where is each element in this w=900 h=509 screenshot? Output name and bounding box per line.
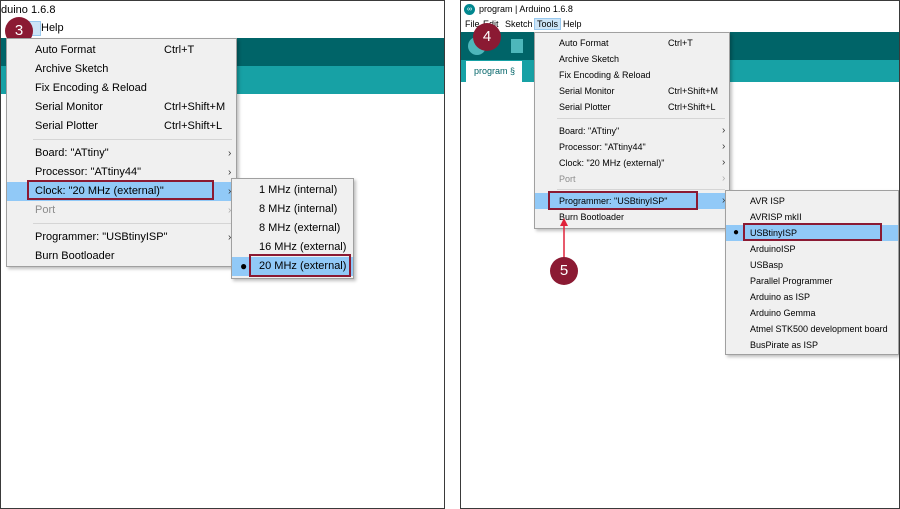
step-badge-4: 4 <box>473 23 501 51</box>
tools-menu: Auto Format Ctrl+T Archive Sketch Fix En… <box>6 38 237 267</box>
menu-item-fix-encoding[interactable]: Fix Encoding & Reload <box>535 67 729 83</box>
clock-option[interactable]: 1 MHz (internal) <box>232 181 353 200</box>
programmer-option[interactable]: ArduinoISP <box>726 241 898 257</box>
new-file-icon[interactable] <box>511 39 523 53</box>
menu-item-board[interactable]: Board: "ATtiny" › <box>7 144 236 163</box>
programmer-option[interactable]: USBasp <box>726 257 898 273</box>
programmer-option[interactable]: Arduino Gemma <box>726 305 898 321</box>
annotation-box-usbtinyisp <box>743 223 882 241</box>
programmer-option[interactable]: Parallel Programmer <box>726 273 898 289</box>
menu-help[interactable]: Help <box>561 19 584 29</box>
menu-item-archive-sketch[interactable]: Archive Sketch <box>7 60 236 79</box>
menu-separator <box>33 139 232 140</box>
programmer-submenu: AVR ISP AVRISP mkII ● USBtinyISP Arduino… <box>725 190 899 355</box>
programmer-option[interactable]: AVR ISP <box>726 193 898 209</box>
menu-item-serial-plotter[interactable]: Serial Plotter Ctrl+Shift+L <box>7 117 236 136</box>
radio-dot-icon: ● <box>240 259 248 273</box>
annotation-box-programmer <box>548 191 698 210</box>
step-badge-5: 5 <box>550 257 578 285</box>
clock-option[interactable]: 8 MHz (internal) <box>232 200 353 219</box>
menu-item-processor[interactable]: Processor: "ATtiny44" › <box>535 139 729 155</box>
menu-item-burn-bootloader[interactable]: Burn Bootloader <box>7 247 236 266</box>
menu-item-serial-monitor[interactable]: Serial Monitor Ctrl+Shift+M <box>535 83 729 99</box>
submenu-arrow-icon: › <box>722 173 726 184</box>
menu-item-auto-format[interactable]: Auto Format Ctrl+T <box>7 41 236 60</box>
menu-help[interactable]: Help <box>39 22 66 34</box>
programmer-option[interactable]: Arduino as ISP <box>726 289 898 305</box>
menu-separator <box>557 189 725 190</box>
submenu-arrow-icon: › <box>722 125 726 136</box>
menu-item-fix-encoding[interactable]: Fix Encoding & Reload <box>7 79 236 98</box>
menu-item-port: Port › <box>535 171 729 187</box>
menu-separator <box>557 118 725 119</box>
submenu-arrow-icon: › <box>228 148 232 159</box>
left-screenshot-panel: duino 1.6.8 Help 3 Auto Format Ctrl+T Ar… <box>0 0 445 509</box>
menu-item-serial-monitor[interactable]: Serial Monitor Ctrl+Shift+M <box>7 98 236 117</box>
radio-dot-icon: ● <box>733 227 740 238</box>
right-screenshot-panel: ∞ program | Arduino 1.6.8 File Edit Sket… <box>460 0 900 509</box>
programmer-option[interactable]: Atmel STK500 development board <box>726 321 898 337</box>
menu-item-programmer[interactable]: Programmer: "USBtinyISP" › <box>7 228 236 247</box>
submenu-arrow-icon: › <box>722 157 726 168</box>
annotation-arrow <box>560 218 568 259</box>
programmer-option[interactable]: BusPirate as ISP <box>726 337 898 353</box>
clock-option[interactable]: 8 MHz (external) <box>232 219 353 238</box>
menu-item-clock[interactable]: Clock: "20 MHz (external)" › <box>535 155 729 171</box>
submenu-arrow-icon: › <box>722 141 726 152</box>
window-title: program | Arduino 1.6.8 <box>479 4 573 14</box>
tab-program[interactable]: program § <box>466 61 522 82</box>
window-title: duino 1.6.8 <box>1 4 56 16</box>
menu-item-port: Port › <box>7 201 236 220</box>
menu-item-serial-plotter[interactable]: Serial Plotter Ctrl+Shift+L <box>535 99 729 115</box>
menu-separator <box>33 223 232 224</box>
menu-sketch[interactable]: Sketch <box>503 19 535 29</box>
menu-item-auto-format[interactable]: Auto Format Ctrl+T <box>535 35 729 51</box>
annotation-box-clock <box>27 180 214 200</box>
menu-item-board[interactable]: Board: "ATtiny" › <box>535 123 729 139</box>
menu-item-archive-sketch[interactable]: Archive Sketch <box>535 51 729 67</box>
arduino-logo-icon: ∞ <box>464 4 475 15</box>
menu-tools[interactable]: Tools <box>534 18 562 30</box>
annotation-box-20mhz <box>249 254 351 277</box>
